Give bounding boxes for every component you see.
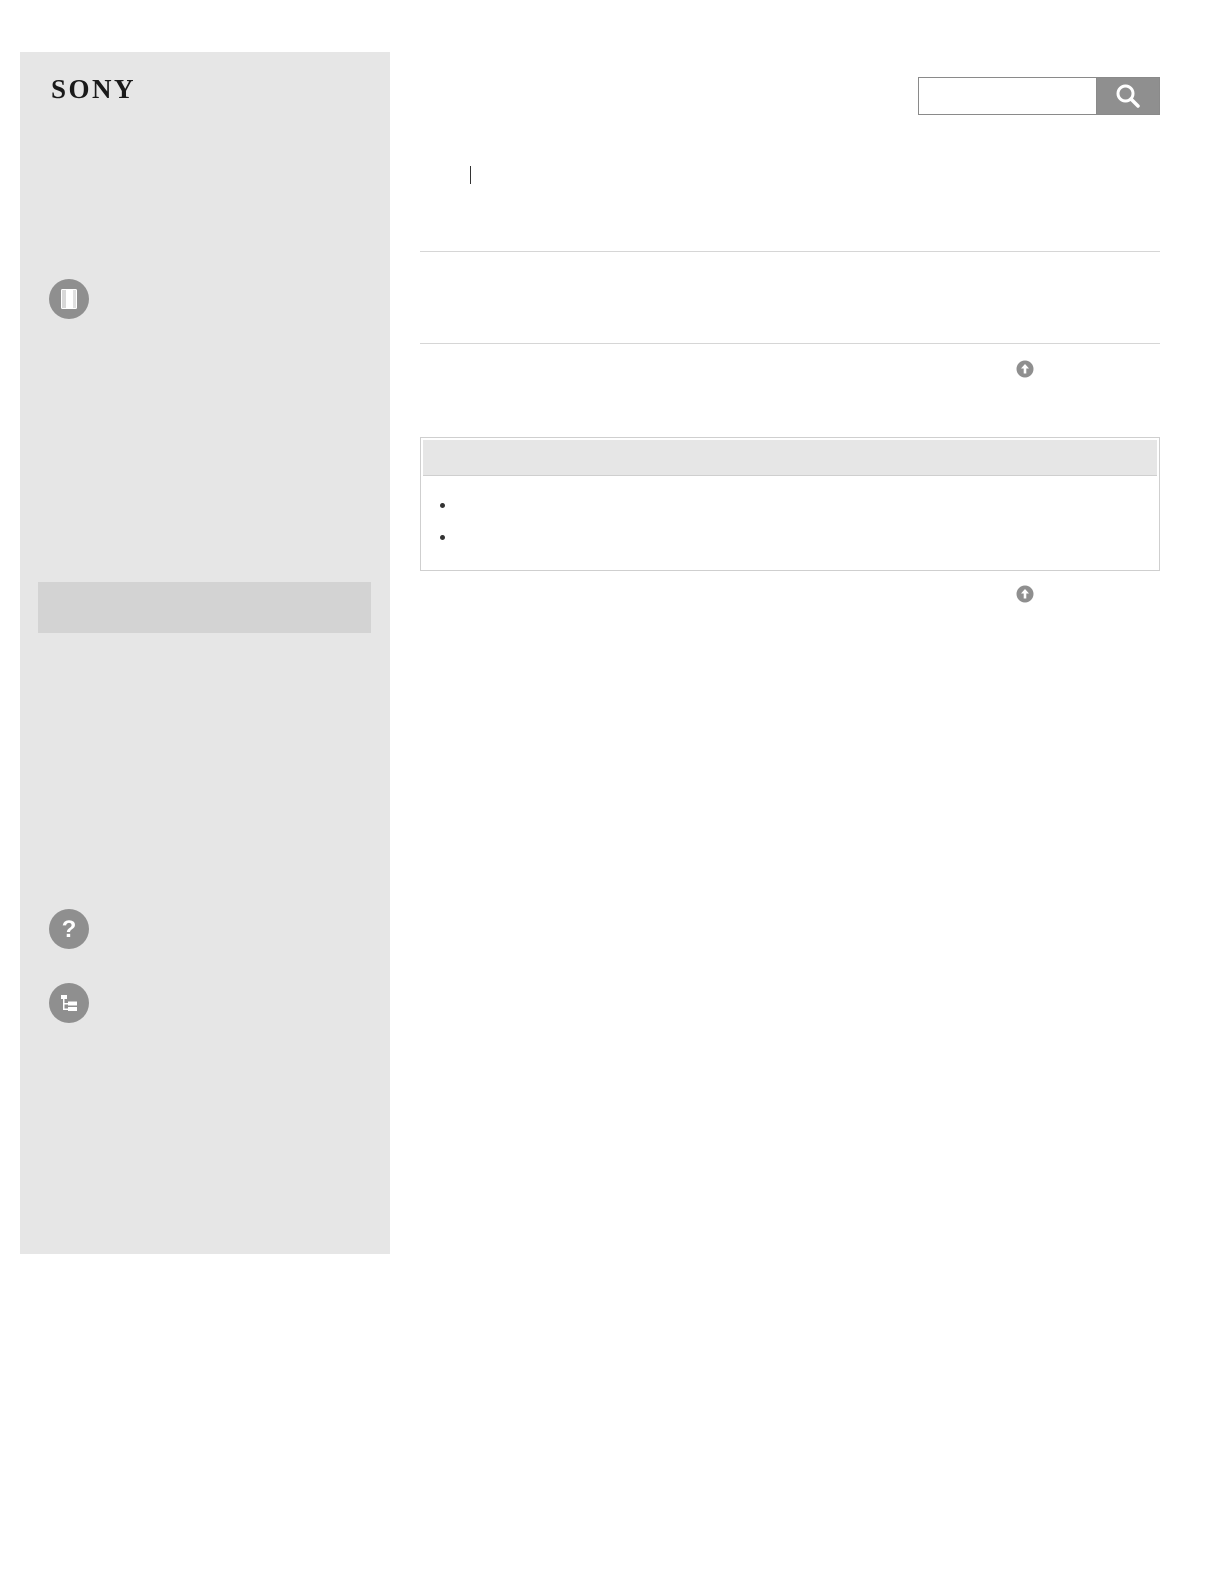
sony-logo[interactable]: SONY — [51, 74, 136, 104]
svg-text:?: ? — [62, 916, 77, 942]
note-header — [423, 440, 1157, 476]
search-icon — [1116, 84, 1140, 108]
manual-icon[interactable] — [49, 279, 89, 319]
sidebar-item-current[interactable] — [38, 582, 371, 633]
back-to-top-icon[interactable] — [1016, 585, 1034, 603]
search-input[interactable] — [918, 77, 1096, 115]
title-divider-bottom — [420, 343, 1160, 344]
title-divider-top — [420, 251, 1160, 252]
list-item — [421, 522, 1159, 554]
search-bar — [918, 77, 1160, 115]
bullet — [440, 535, 445, 540]
search-button[interactable] — [1096, 77, 1160, 115]
sitemap-icon[interactable] — [49, 983, 89, 1023]
help-icon[interactable]: ? — [49, 909, 89, 949]
bullet — [440, 503, 445, 508]
back-to-top-icon[interactable] — [1016, 360, 1034, 378]
breadcrumb-separator — [470, 166, 471, 184]
sidebar: SONY ? — [20, 52, 390, 1254]
note-list — [421, 490, 1159, 554]
list-item — [421, 490, 1159, 522]
note-box — [420, 437, 1160, 571]
